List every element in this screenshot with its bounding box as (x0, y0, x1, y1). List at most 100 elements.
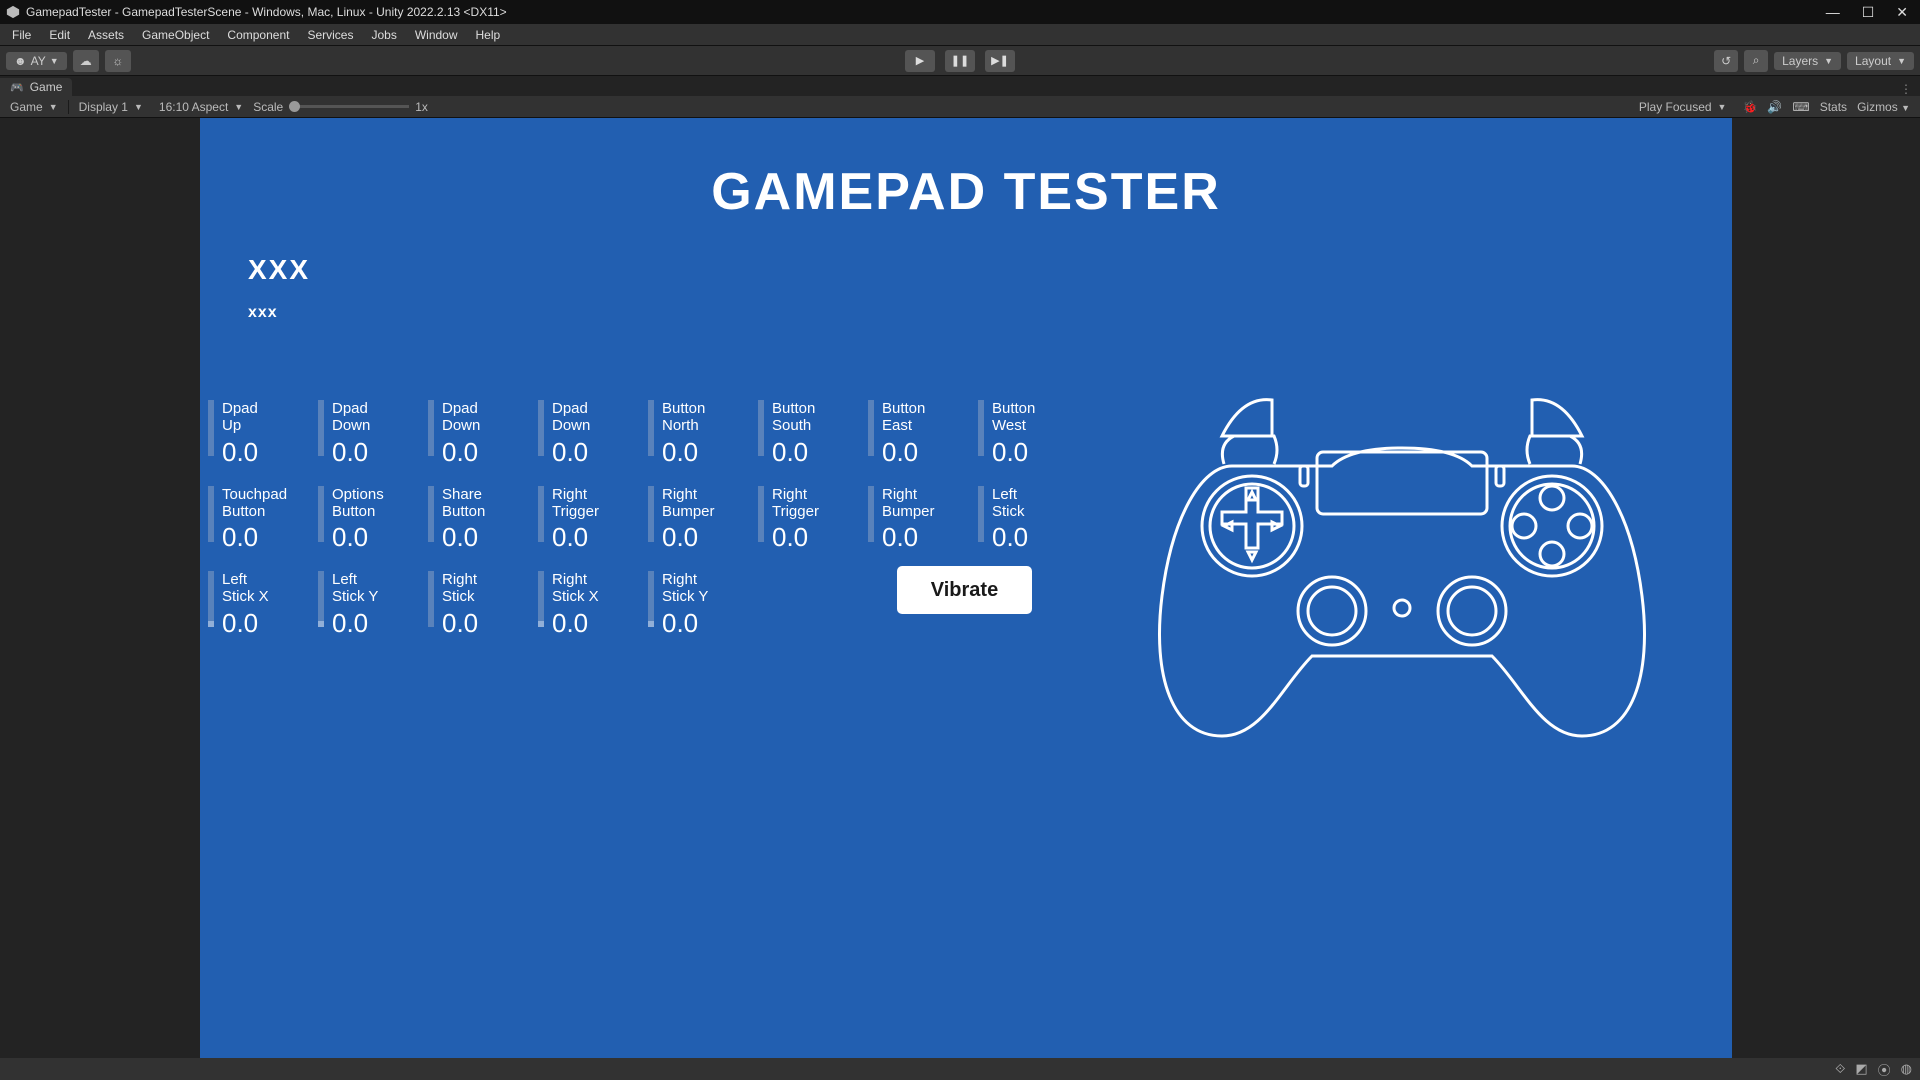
layers-dropdown[interactable]: Layers ▼ (1774, 52, 1841, 70)
search-button[interactable]: ⌕ (1744, 50, 1768, 72)
app-title: GAMEPAD TESTER (200, 162, 1732, 222)
input-cell: Right Bumper0.0 (868, 486, 978, 554)
maximize-icon[interactable]: ☐ (1862, 4, 1875, 21)
input-value: 0.0 (442, 522, 485, 553)
unity-logo-icon (6, 5, 20, 19)
value-bar (648, 400, 654, 456)
pause-button[interactable]: ❚❚ (945, 50, 975, 72)
status-icon-3[interactable]: ⦿ (1878, 1060, 1891, 1079)
slider-thumb[interactable] (289, 101, 300, 112)
value-bar (758, 486, 764, 542)
playfocus-dropdown[interactable]: Play Focused▼ (1633, 100, 1733, 114)
stats-button[interactable]: Stats (1820, 100, 1847, 114)
value-bar (208, 571, 214, 627)
input-cell: Button East0.0 (868, 400, 978, 468)
search-icon: ⌕ (1753, 53, 1760, 68)
menu-jobs[interactable]: Jobs (363, 26, 404, 44)
menu-assets[interactable]: Assets (80, 26, 132, 44)
value-bar (648, 571, 654, 627)
input-value: 0.0 (662, 608, 708, 639)
menu-edit[interactable]: Edit (41, 26, 78, 44)
status-icon-4[interactable]: ◍ (1901, 1061, 1912, 1077)
scale-value: 1x (415, 100, 428, 114)
input-value: 0.0 (332, 522, 384, 553)
cloud-button[interactable]: ☁ (73, 50, 99, 72)
input-cell: Button West0.0 (978, 400, 1088, 468)
menu-gameobject[interactable]: GameObject (134, 26, 217, 44)
display-dropdown[interactable]: Display 1▼ (73, 100, 149, 114)
tab-game[interactable]: 🎮 Game (0, 78, 72, 96)
settings-button[interactable]: ☼ (105, 50, 131, 72)
input-value: 0.0 (662, 522, 715, 553)
menu-window[interactable]: Window (407, 26, 466, 44)
input-cell: Dpad Down0.0 (538, 400, 648, 468)
input-label: Right Stick X (552, 571, 599, 606)
value-bar (208, 486, 214, 542)
menu-services[interactable]: Services (299, 26, 361, 44)
keyboard-icon[interactable]: ⌨ (1792, 100, 1809, 114)
device-name-large: XXX (248, 254, 1732, 286)
menu-component[interactable]: Component (219, 26, 297, 44)
audio-icon[interactable]: 🔊 (1767, 100, 1782, 114)
scale-label: Scale (253, 100, 283, 114)
minimize-icon[interactable]: — (1826, 4, 1840, 21)
vibrate-button[interactable]: Vibrate (897, 566, 1032, 614)
gameview-mode-dropdown[interactable]: Game▼ (4, 100, 64, 114)
input-cell: Dpad Down0.0 (318, 400, 428, 468)
scale-slider[interactable]: Scale 1x (253, 100, 428, 114)
aspect-dropdown[interactable]: 16:10 Aspect▼ (153, 100, 249, 114)
input-label: Dpad Up (222, 400, 258, 435)
status-icon-1[interactable]: ⟐ (1835, 1061, 1845, 1077)
tab-options-icon[interactable]: ⋮ (1892, 82, 1920, 96)
layout-dropdown[interactable]: Layout ▼ (1847, 52, 1914, 70)
value-bar-fill (208, 621, 214, 627)
menu-help[interactable]: Help (468, 26, 509, 44)
input-cell: Options Button0.0 (318, 486, 428, 554)
step-button[interactable]: ▶❚ (985, 50, 1015, 72)
input-cell: Right Bumper0.0 (648, 486, 758, 554)
game-canvas: GAMEPAD TESTER XXX xxx Dpad Up0.0Dpad Do… (200, 118, 1732, 1058)
chevron-down-icon: ▼ (234, 102, 243, 112)
input-cell: Right Stick X0.0 (538, 571, 648, 639)
input-value: 0.0 (442, 437, 480, 468)
input-label: Right Stick (442, 571, 478, 606)
value-bar (868, 400, 874, 456)
window-title: GamepadTester - GamepadTesterScene - Win… (26, 5, 1826, 19)
input-value: 0.0 (772, 437, 815, 468)
device-name-small: xxx (248, 304, 1732, 322)
gizmos-dropdown[interactable]: Gizmos ▼ (1857, 100, 1910, 114)
menu-file[interactable]: File (4, 26, 39, 44)
chevron-down-icon: ▼ (1718, 102, 1727, 112)
undo-history-button[interactable]: ↺ (1714, 50, 1738, 72)
value-bar (208, 400, 214, 456)
layout-label: Layout (1855, 54, 1891, 68)
bug-icon[interactable]: 🐞 (1742, 100, 1757, 114)
account-dropdown[interactable]: ☻ AY ▼ (6, 52, 67, 70)
gamepad-icon: 🎮 (10, 81, 24, 94)
main-toolbar: ☻ AY ▼ ☁ ☼ ▶ ❚❚ ▶❚ ↺ ⌕ Layers ▼ Layout ▼ (0, 46, 1920, 76)
input-cell: Left Stick0.0 (978, 486, 1088, 554)
tab-strip: 🎮 Game ⋮ (0, 76, 1920, 96)
tab-label: Game (30, 80, 63, 94)
input-label: Dpad Down (442, 400, 480, 435)
chevron-down-icon: ▼ (1897, 56, 1906, 66)
input-value: 0.0 (442, 608, 478, 639)
input-label: Right Trigger (772, 486, 819, 521)
input-label: Right Stick Y (662, 571, 708, 606)
layers-label: Layers (1782, 54, 1818, 68)
input-label: Share Button (442, 486, 485, 521)
status-icon-2[interactable]: ◩ (1855, 1061, 1867, 1077)
value-bar (428, 400, 434, 456)
step-icon: ▶❚ (991, 54, 1009, 67)
close-icon[interactable]: ✕ (1896, 4, 1908, 21)
input-cell: Right Stick0.0 (428, 571, 538, 639)
play-icon: ▶ (916, 54, 924, 67)
input-value: 0.0 (222, 608, 269, 639)
input-value: 0.0 (552, 608, 599, 639)
input-cell: Left Stick X0.0 (208, 571, 318, 639)
input-cell: Right Stick Y0.0 (648, 571, 758, 639)
value-bar (538, 571, 544, 627)
pause-icon: ❚❚ (951, 54, 969, 67)
play-button[interactable]: ▶ (905, 50, 935, 72)
value-bar (428, 571, 434, 627)
